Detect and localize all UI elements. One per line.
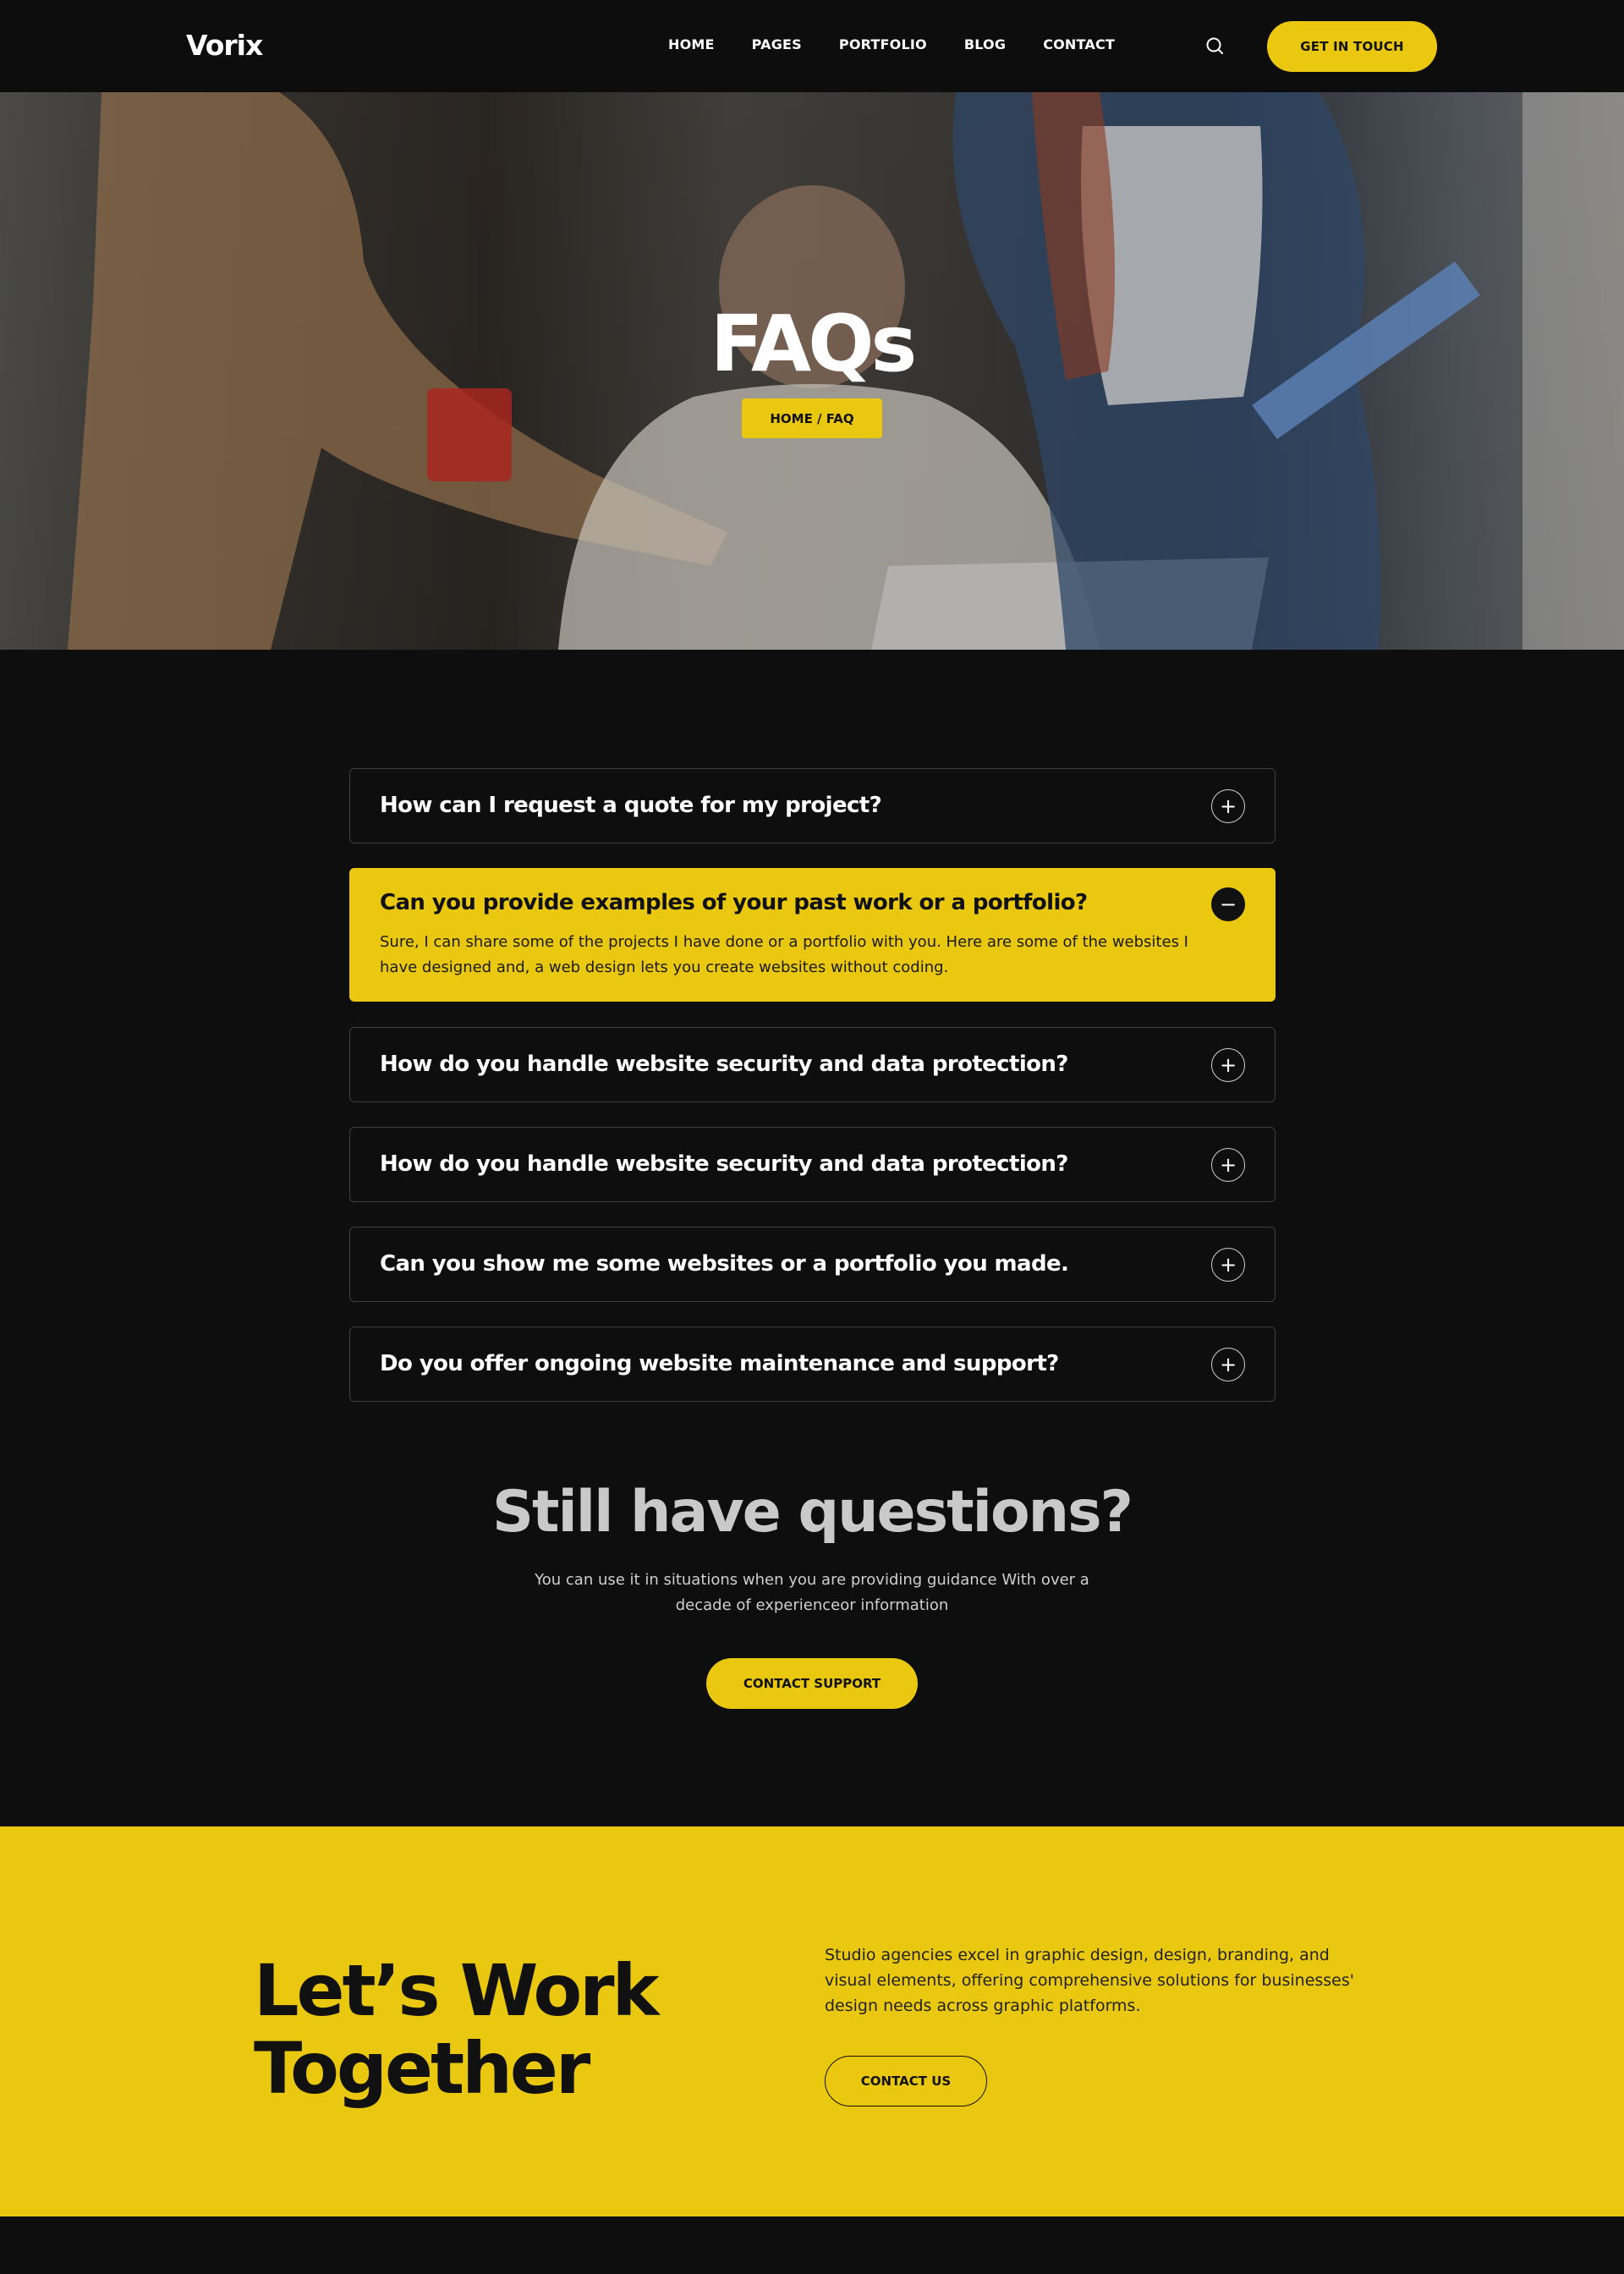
cta-section: Let’s Work Together Studio agencies exce… <box>0 1826 1624 2216</box>
faq-answer: Sure, I can share some of the projects I… <box>380 933 1188 976</box>
main-nav: HOME PAGES PORTFOLIO BLOG CONTACT <box>668 36 1152 52</box>
faq-question: Do you offer ongoing website maintenance… <box>380 1351 1059 1376</box>
support-heading: Still have questions? <box>491 1479 1133 1546</box>
breadcrumb[interactable]: HOME / FAQ <box>742 398 882 438</box>
get-in-touch-button[interactable]: GET IN TOUCH <box>1267 21 1437 72</box>
faq-question: Can you provide examples of your past wo… <box>380 890 1088 915</box>
minus-icon[interactable]: − <box>1211 887 1245 921</box>
plus-icon[interactable]: + <box>1211 789 1245 823</box>
nav-home[interactable]: HOME <box>668 36 715 52</box>
cta-text: Studio agencies excel in graphic design,… <box>825 1946 1354 2015</box>
support-text: You can use it in situations when you ar… <box>535 1571 1089 1614</box>
cta-heading-line2: Together <box>254 2027 590 2110</box>
faq-question: Can you show me some websites or a portf… <box>380 1251 1069 1277</box>
contact-us-button[interactable]: CONTACT US <box>825 2056 987 2106</box>
faq-question: How do you handle website security and d… <box>380 1151 1068 1177</box>
faq-question: How can I request a quote for my project… <box>380 793 882 818</box>
contact-support-button[interactable]: CONTACT SUPPORT <box>706 1658 918 1709</box>
nav-portfolio[interactable]: PORTFOLIO <box>839 36 927 52</box>
faq-item[interactable]: Do you offer ongoing website maintenance… <box>349 1326 1276 1402</box>
search-icon[interactable] <box>1204 36 1226 58</box>
hero-banner: FAQs HOME / FAQ <box>0 92 1624 650</box>
faq-item[interactable]: How do you handle website security and d… <box>349 1127 1276 1202</box>
nav-blog[interactable]: BLOG <box>964 36 1006 52</box>
faq-item-open[interactable]: Can you provide examples of your past wo… <box>349 868 1276 1002</box>
faq-item[interactable]: How can I request a quote for my project… <box>349 768 1276 843</box>
page-title: FAQs <box>710 299 917 389</box>
cta-heading: Let’s Work Together <box>254 1952 778 2107</box>
faq-item[interactable]: How do you handle website security and d… <box>349 1027 1276 1102</box>
site-header: Vorix HOME PAGES PORTFOLIO BLOG CONTACT … <box>0 0 1624 92</box>
plus-icon[interactable]: + <box>1211 1348 1245 1381</box>
cta-heading-line1: Let’s Work <box>254 1949 659 2032</box>
plus-icon[interactable]: + <box>1211 1248 1245 1282</box>
logo[interactable]: Vorix <box>186 29 263 62</box>
faq-question: How do you handle website security and d… <box>380 1052 1068 1077</box>
faq-item[interactable]: Can you show me some websites or a portf… <box>349 1227 1276 1302</box>
plus-icon[interactable]: + <box>1211 1148 1245 1182</box>
plus-icon[interactable]: + <box>1211 1048 1245 1082</box>
nav-contact[interactable]: CONTACT <box>1043 36 1115 52</box>
nav-pages[interactable]: PAGES <box>752 36 802 52</box>
